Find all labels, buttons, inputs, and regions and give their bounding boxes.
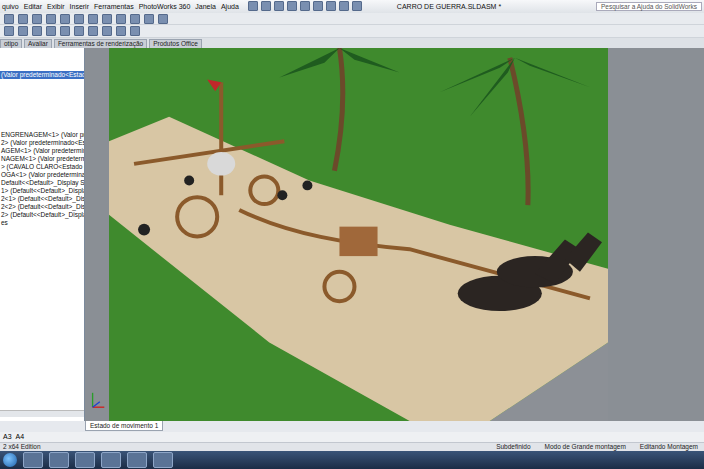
main-area: (Valor predeterminado<Estado de ENGRENAGE…: [0, 48, 704, 421]
motion-tab[interactable]: Estado de movimento 1: [85, 421, 163, 431]
menu-item[interactable]: Exibir: [47, 3, 65, 10]
tool-icon[interactable]: [261, 1, 271, 11]
tool-icon[interactable]: [326, 1, 336, 11]
scrollbar[interactable]: [0, 410, 84, 417]
menu-item[interactable]: Ajuda: [221, 3, 239, 10]
tool-icon[interactable]: [248, 1, 258, 11]
sheet-formats: A3 A4: [0, 432, 704, 442]
status-item: Subdefinido: [496, 443, 530, 450]
tool-icon[interactable]: [18, 14, 28, 24]
quick-toolbar: [248, 1, 362, 11]
sheet-format[interactable]: A4: [16, 433, 25, 440]
tool-icon[interactable]: [60, 26, 70, 36]
tool-icon[interactable]: [74, 26, 84, 36]
command-tab[interactable]: Ferramentas de renderização: [54, 39, 147, 48]
axis-triad-icon: [89, 389, 107, 411]
taskbar: [0, 451, 704, 469]
tool-icon[interactable]: [4, 14, 14, 24]
solidworks-window: quivo Editar Exibir Inserir Ferramentas Photo…: [0, 0, 704, 469]
tool-icon[interactable]: [287, 1, 297, 11]
tree-item[interactable]: 2<1> (Default<<Default>_Display St: [0, 195, 84, 203]
graphics-viewport[interactable]: [85, 48, 704, 421]
help-search[interactable]: Pesquisar a Ajuda do SolidWorks: [596, 2, 702, 11]
tool-icon[interactable]: [60, 14, 70, 24]
menu-item[interactable]: Editar: [24, 3, 42, 10]
tool-icon[interactable]: [158, 14, 168, 24]
command-tab[interactable]: Avaliar: [24, 39, 52, 48]
menu-item[interactable]: quivo: [2, 3, 19, 10]
tree-item[interactable]: ENGRENAGEM<1> (Valor predetermi: [0, 131, 84, 139]
render-scene: [109, 48, 608, 421]
command-tab[interactable]: otipo: [0, 39, 22, 48]
tool-icon[interactable]: [339, 1, 349, 11]
tree-item[interactable]: (Valor predeterminado<Estado de: [0, 71, 84, 79]
toolbar: [0, 25, 704, 38]
status-item: Editando Montagem: [640, 443, 698, 450]
taskbar-app-icon[interactable]: [23, 452, 43, 468]
taskbar-app-icon[interactable]: [75, 452, 95, 468]
tool-icon[interactable]: [88, 14, 98, 24]
tool-icon[interactable]: [32, 26, 42, 36]
tree-item[interactable]: 1> (Default<<Default>_Display Stat: [0, 187, 84, 195]
tool-icon[interactable]: [352, 1, 362, 11]
tool-icon[interactable]: [88, 26, 98, 36]
status-item: Modo de Grande montagem: [545, 443, 626, 450]
tool-icon[interactable]: [4, 26, 14, 36]
tool-icon[interactable]: [46, 14, 56, 24]
taskbar-app-icon[interactable]: [127, 452, 147, 468]
start-button-icon[interactable]: [3, 453, 17, 467]
menu-item[interactable]: PhotoWorks 360: [139, 3, 191, 10]
sheet-format[interactable]: A3: [3, 433, 12, 440]
window-title: CARRO DE GUERRA.SLDASM *: [397, 3, 501, 10]
tool-icon[interactable]: [102, 26, 112, 36]
menu-item[interactable]: Janela: [195, 3, 216, 10]
tree-item[interactable]: 2> (Default<<Default>_Display Stat: [0, 211, 84, 219]
tree-item[interactable]: NAGEM<1> (Valor predeterminado): [0, 155, 84, 163]
tree-item[interactable]: 2<2> (Default<<Default>_Display St: [0, 203, 84, 211]
tool-icon[interactable]: [130, 26, 140, 36]
tool-icon[interactable]: [116, 26, 126, 36]
tool-icon[interactable]: [130, 14, 140, 24]
menu-item[interactable]: Ferramentas: [94, 3, 134, 10]
menu-bar: quivo Editar Exibir Inserir Ferramentas Photo…: [0, 0, 704, 13]
taskbar-app-icon[interactable]: [101, 452, 121, 468]
tree-item[interactable]: > (CAVALO CLARO<Estado de exib: [0, 163, 84, 171]
motion-tabs: Estado de movimento 1: [0, 421, 704, 432]
tree-item[interactable]: OGA<1> (Valor predeterminado<Esta: [0, 171, 84, 179]
tree-item[interactable]: AGEM<1> (Valor predeterminado): [0, 147, 84, 155]
toolbar: [0, 13, 704, 26]
tool-icon[interactable]: [18, 26, 28, 36]
tool-icon[interactable]: [116, 14, 126, 24]
command-tabs: otipoAvaliarFerramentas de renderizaçãoP…: [0, 38, 704, 48]
tool-icon[interactable]: [46, 26, 56, 36]
tool-icon[interactable]: [300, 1, 310, 11]
status-bar: 2 x64 Edition Subdefinido Modo de Grande m…: [0, 442, 704, 452]
taskbar-app-icon[interactable]: [153, 452, 173, 468]
tool-icon[interactable]: [102, 14, 112, 24]
tool-icon[interactable]: [313, 1, 323, 11]
tree-item[interactable]: 2> (Valor predeterminado<Estado d: [0, 139, 84, 147]
tool-icon[interactable]: [74, 14, 84, 24]
tool-icon[interactable]: [274, 1, 284, 11]
menu-item[interactable]: Inserir: [70, 3, 89, 10]
edition-label: 2 x64 Edition: [3, 443, 41, 450]
command-tab[interactable]: Produtos Office: [149, 39, 202, 48]
tool-icon[interactable]: [144, 14, 154, 24]
feature-tree: (Valor predeterminado<Estado de ENGRENAGE…: [0, 48, 85, 421]
tree-item[interactable]: Default<<Default>_Display State 1>: [0, 179, 84, 187]
taskbar-app-icon[interactable]: [49, 452, 69, 468]
tree-item[interactable]: es: [0, 219, 84, 227]
tool-icon[interactable]: [32, 14, 42, 24]
